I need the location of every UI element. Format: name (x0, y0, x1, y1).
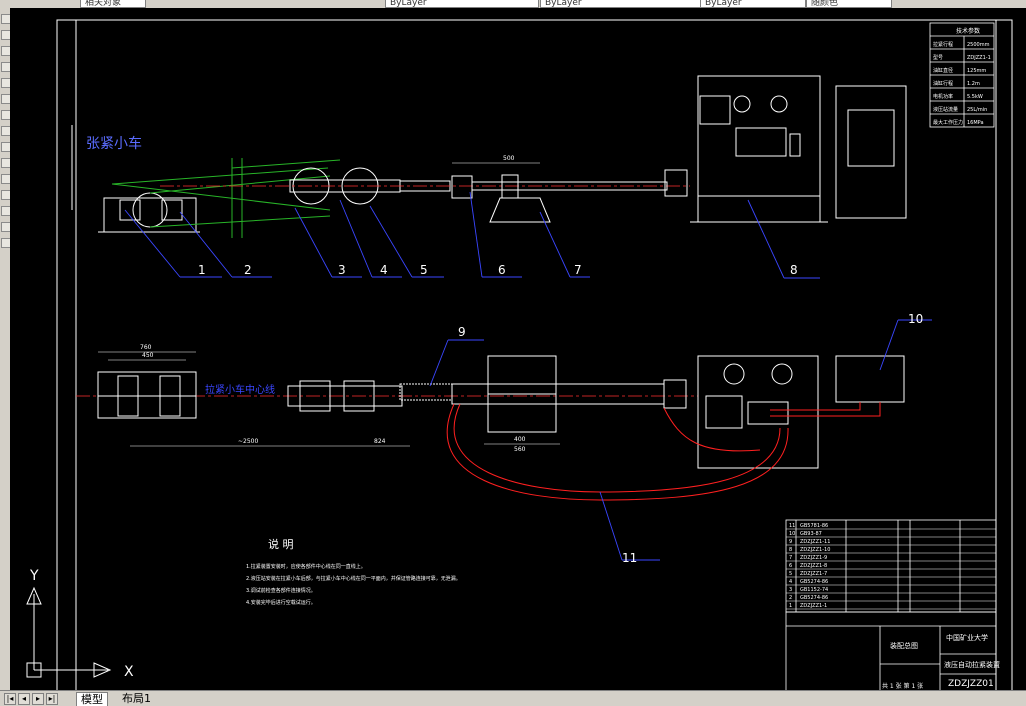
title-block-name: 液压自动拉紧装置 (944, 660, 1000, 669)
spec-row-value: 16MPa (967, 120, 984, 126)
spec-row-label: 最大工作压力 (933, 119, 963, 126)
note-line: 2.液压站安装在拉紧小车后部，与拉紧小车中心线在同一平面内，并保证管路连接可靠，… (246, 575, 461, 582)
ucs-y-label: Y (29, 568, 39, 584)
leader-lines-top (124, 191, 820, 279)
dim-2500: ~2500 (238, 438, 258, 445)
bom-row-code: ZDZJZZ1-9 (800, 555, 827, 561)
first-tab-icon[interactable]: |◂ (4, 693, 16, 705)
note-line: 1.拉紧装置安装时，应使各部件中心线在同一直线上。 (246, 563, 366, 570)
inner-frame (75, 19, 997, 693)
tension-cart (98, 192, 200, 233)
spec-table-title: 技术参数 (956, 27, 980, 35)
part-number-label: 2 (244, 263, 252, 277)
spec-row-label: 型号 (933, 54, 943, 61)
center-line-label: 拉紧小车中心线 (205, 383, 275, 396)
bom-row-code: ZDZJZZ1-1 (800, 603, 827, 609)
cylinder-plan-view (451, 355, 687, 433)
dim-824: 824 (374, 438, 386, 445)
bom-row-code: ZDZJZZ1-10 (800, 547, 830, 553)
notes-title: 说 明 (268, 537, 294, 551)
title-block-scale: 共 1 张 第 1 张 (882, 682, 923, 690)
layout-tab-bar: |◂ ◂ ▸ ▸| 模型 布局1 (0, 690, 1026, 706)
ucs-icon (26, 586, 112, 678)
bom-row-number: 6 (789, 563, 792, 569)
note-line: 3.调试前检查各部件连接情况。 (246, 587, 316, 594)
part-number-label: 6 (498, 263, 506, 277)
title-block-assembly: 装配总图 (890, 641, 918, 650)
bom-row-number: 8 (789, 547, 792, 553)
bom-row-number: 11 (789, 523, 795, 529)
drawing-canvas[interactable]: 技术参数 拉紧行程 2500mm 型号 ZDJZZ1-1 油缸直径 125mm 油缸行程 1.… (10, 8, 1026, 697)
part-number-label: 10 (908, 312, 923, 326)
spec-row-value: 5.5kW (967, 94, 983, 100)
spec-row-value: 1.2m (967, 81, 980, 87)
part-number-label: 3 (338, 263, 346, 277)
part-number-label: 8 (790, 263, 798, 277)
dim-560: 560 (514, 446, 526, 453)
dim-450: 450 (142, 352, 154, 359)
ucs-x-label: X (124, 664, 134, 680)
part-number-label: 11 (622, 551, 637, 565)
bom-row-code: ZDZJZZ1-8 (800, 563, 827, 569)
lineweight-dropdown[interactable]: ByLayer (700, 0, 806, 8)
bom-row-number: 4 (789, 579, 792, 585)
hydraulic-station (690, 75, 828, 223)
cart-label: 张紧小车 (86, 135, 142, 152)
bom-row-code: ZDZJZZ1-7 (800, 571, 827, 577)
electric-box (835, 355, 905, 403)
bom-row-number: 2 (789, 595, 792, 601)
dim-760: 760 (140, 344, 152, 351)
outer-frame (56, 19, 1013, 697)
last-tab-icon[interactable]: ▸| (46, 693, 58, 705)
bom-row-number: 1 (789, 603, 792, 609)
part-number-label: 1 (198, 263, 206, 277)
spec-row-value: 125mm (967, 68, 986, 74)
spec-row-label: 电机功率 (933, 93, 953, 100)
control-cabinet (835, 85, 907, 219)
note-line: 4.安装完毕后进行空载试运行。 (246, 599, 316, 606)
bom-row-number: 9 (789, 539, 792, 545)
title-block-drawing-no: ZDZJZZ01 (948, 679, 994, 689)
tab-model[interactable]: 模型 (76, 692, 108, 706)
bom-row-code: GB5274-86 (800, 579, 828, 585)
spec-row-value: 2500mm (967, 42, 990, 48)
dim-500: 500 (503, 155, 515, 162)
bom-row-number: 10 (789, 531, 795, 537)
part-number-label: 5 (420, 263, 428, 277)
prev-tab-icon[interactable]: ◂ (18, 693, 30, 705)
part-number-label: 9 (458, 325, 466, 339)
bom-row-code: GB93-87 (800, 531, 822, 537)
spec-row-value: ZDJZZ1-1 (967, 55, 991, 61)
cart-plan-view (97, 371, 197, 419)
bom-row-code: ZDZJZZ1-11 (800, 539, 830, 545)
bom-row-code: GB1152-74 (800, 587, 828, 593)
color-dropdown[interactable]: ByLayer (385, 0, 539, 8)
bom-row-code: GB5781-86 (800, 523, 828, 529)
plotstyle-dropdown[interactable]: 随颜色 (806, 0, 892, 8)
part-number-label: 7 (574, 263, 582, 277)
part-number-label: 4 (380, 263, 388, 277)
bom-row-code: GB5274-86 (800, 595, 828, 601)
spec-row-label: 油缸直径 (933, 67, 953, 74)
layer-dropdown[interactable]: 相关对象 (80, 0, 146, 8)
bom-row-number: 3 (789, 587, 792, 593)
title-block-school: 中国矿业大学 (946, 633, 988, 642)
bom-row-number: 5 (789, 571, 792, 577)
hydraulic-cylinder-top (451, 169, 688, 223)
station-plan-view (697, 355, 819, 469)
spec-row-value: 25L/min (967, 107, 987, 113)
linetype-dropdown[interactable]: ByLayer (540, 0, 701, 8)
cables-and-hoses (446, 402, 881, 501)
spec-row-label: 油缸行程 (933, 80, 953, 87)
bom-row-number: 7 (789, 555, 792, 561)
spec-row-label: 液压站流量 (933, 106, 958, 113)
spec-row-label: 拉紧行程 (933, 41, 953, 48)
dim-400: 400 (514, 436, 526, 443)
tab-layout1[interactable]: 布局1 (118, 692, 155, 705)
next-tab-icon[interactable]: ▸ (32, 693, 44, 705)
